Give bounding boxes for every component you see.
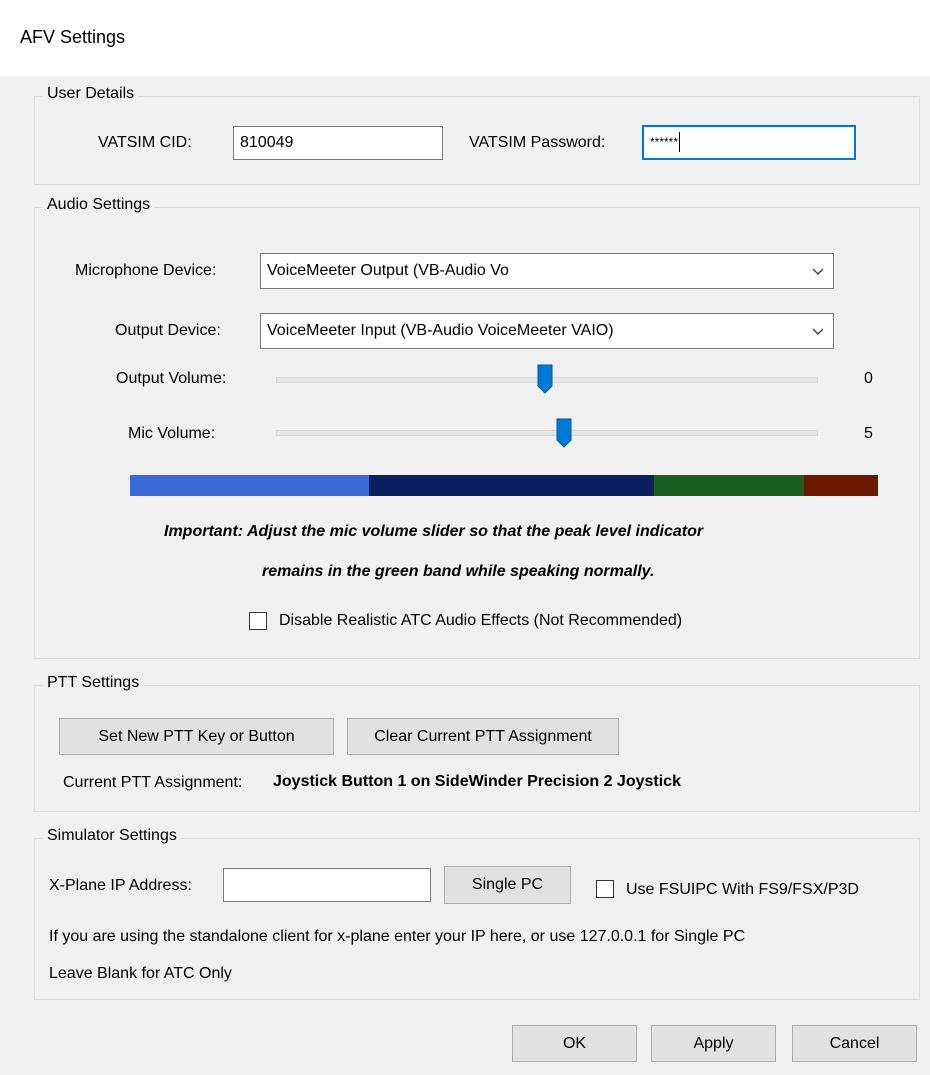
fsuipc-label: Use FSUIPC With FS9/FSX/P3D	[626, 881, 859, 898]
output-device-select[interactable]: VoiceMeeter Input (VB-Audio VoiceMeeter …	[260, 313, 834, 349]
cid-label: VATSIM CID:	[98, 134, 192, 151]
simulator-help-line1: If you are using the standalone client f…	[49, 928, 746, 945]
mic-device-select[interactable]: VoiceMeeter Output (VB-Audio Vo	[260, 253, 834, 289]
afv-settings-window: AFV Settings User Details VATSIM CID: 81…	[0, 0, 930, 1075]
ptt-settings-legend: PTT Settings	[43, 674, 144, 692]
current-ptt-label: Current PTT Assignment:	[63, 774, 243, 791]
xplane-ip-input[interactable]	[223, 868, 431, 902]
single-pc-button[interactable]: Single PC	[444, 866, 571, 904]
chevron-down-icon	[813, 268, 823, 275]
ok-button-label: OK	[562, 1035, 587, 1052]
set-ptt-button[interactable]: Set New PTT Key or Button	[59, 718, 334, 755]
cid-value: 810049	[240, 134, 294, 151]
fsuipc-checkbox[interactable]	[596, 880, 614, 898]
mic-device-label: Microphone Device:	[75, 262, 217, 279]
mic-volume-label: Mic Volume:	[128, 425, 216, 442]
cancel-button-label: Cancel	[829, 1035, 880, 1052]
peak-meter-red-band	[804, 475, 878, 496]
peak-meter-low-band	[130, 475, 369, 496]
mic-device-value: VoiceMeeter Output (VB-Audio Vo	[267, 262, 509, 279]
apply-button[interactable]: Apply	[651, 1025, 776, 1062]
single-pc-button-label: Single PC	[471, 876, 544, 893]
output-volume-value: 0	[864, 370, 873, 387]
cancel-button[interactable]: Cancel	[792, 1025, 917, 1062]
user-details-legend: User Details	[43, 85, 139, 103]
chevron-down-icon	[813, 328, 823, 335]
password-value: ******	[650, 135, 679, 149]
output-volume-label: Output Volume:	[116, 370, 227, 387]
cid-input[interactable]: 810049	[233, 126, 443, 160]
clear-ptt-button-label: Clear Current PTT Assignment	[374, 728, 592, 745]
simulator-settings-legend: Simulator Settings	[43, 827, 181, 845]
current-ptt-value: Joystick Button 1 on SideWinder Precisio…	[273, 773, 681, 790]
output-device-label: Output Device:	[115, 322, 221, 339]
mic-volume-value: 5	[864, 425, 873, 442]
output-volume-slider-thumb[interactable]	[537, 364, 553, 394]
important-note-line1: Important: Adjust the mic volume slider …	[164, 523, 704, 540]
mic-volume-slider-thumb[interactable]	[556, 418, 572, 448]
clear-ptt-button[interactable]: Clear Current PTT Assignment	[347, 718, 619, 755]
peak-meter-green-band	[654, 475, 804, 496]
ok-button[interactable]: OK	[512, 1025, 637, 1062]
disable-effects-label: Disable Realistic ATC Audio Effects (Not…	[279, 612, 683, 629]
output-device-value: VoiceMeeter Input (VB-Audio VoiceMeeter …	[267, 322, 614, 339]
window-title: AFV Settings	[20, 27, 126, 47]
disable-effects-checkbox[interactable]	[249, 612, 267, 630]
important-note-line2: remains in the green band while speaking…	[262, 563, 655, 580]
title-bar: AFV Settings	[0, 0, 930, 76]
text-caret	[679, 131, 681, 152]
password-input[interactable]: ******	[642, 125, 856, 160]
password-label: VATSIM Password:	[469, 134, 606, 151]
apply-button-label: Apply	[693, 1035, 734, 1052]
peak-meter-mid-band	[369, 475, 654, 496]
simulator-help-line2: Leave Blank for ATC Only	[49, 965, 232, 982]
mic-volume-track[interactable]	[276, 430, 818, 436]
xplane-ip-label: X-Plane IP Address:	[49, 877, 192, 894]
set-ptt-button-label: Set New PTT Key or Button	[98, 728, 295, 745]
audio-settings-legend: Audio Settings	[43, 196, 155, 214]
